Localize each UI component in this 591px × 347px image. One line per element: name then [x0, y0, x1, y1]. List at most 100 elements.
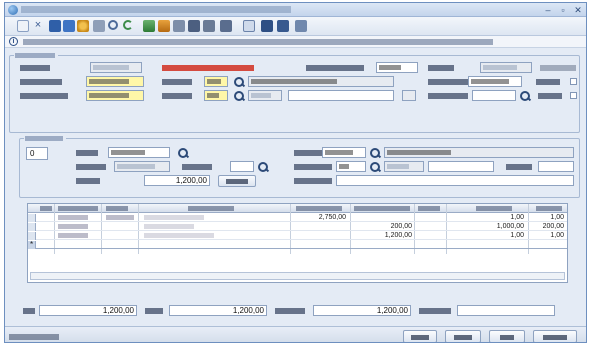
group-caption	[15, 53, 55, 58]
conto-reg-field[interactable]	[114, 161, 170, 172]
cli-for-field[interactable]	[322, 147, 366, 158]
doc-extra-field[interactable]	[428, 161, 494, 172]
doc-icon[interactable]	[220, 20, 232, 32]
movements-grid: 2,750,00 1,00 1,00 200,00 1,000,00 200,0…	[27, 203, 568, 283]
label-data-registrazione	[20, 79, 62, 85]
print-icon[interactable]	[93, 20, 105, 32]
button-3[interactable]	[489, 330, 525, 342]
info-bar: i	[5, 36, 586, 48]
col-cli-for	[106, 206, 128, 211]
toolbar: ×	[5, 17, 586, 36]
button-1[interactable]	[403, 330, 437, 342]
esercizio-field[interactable]	[90, 62, 142, 73]
detail-caption	[25, 136, 63, 141]
comp-iva-field[interactable]	[468, 76, 522, 87]
cell-descrizione	[144, 215, 204, 220]
note-search-icon[interactable]	[258, 162, 268, 172]
validita-checkbox[interactable]	[570, 92, 577, 99]
saldo-conto-field	[457, 305, 555, 316]
label-importo	[76, 178, 100, 184]
prot-suffix-field[interactable]	[288, 90, 394, 101]
importo-field[interactable]: 1,200,00	[144, 175, 210, 186]
doc-icon[interactable]	[203, 20, 215, 32]
cell-codice	[58, 224, 88, 229]
conto-search-icon[interactable]	[178, 148, 188, 158]
label-numero-doc	[294, 164, 332, 170]
num-prot-field[interactable]	[204, 90, 228, 101]
button-4[interactable]	[533, 330, 577, 342]
print-preview-icon[interactable]	[173, 20, 185, 32]
doc-aux-field[interactable]	[384, 161, 424, 172]
numero-doc-field[interactable]	[336, 161, 366, 172]
grid-horizontal-scrollbar[interactable]	[30, 272, 565, 280]
prot-extra-field[interactable]	[402, 90, 416, 101]
doc-icon[interactable]	[277, 20, 289, 32]
users-icon[interactable]	[158, 20, 170, 32]
label-cli-for	[294, 150, 322, 156]
settings-icon[interactable]	[77, 20, 89, 32]
reg-corr-checkbox[interactable]	[570, 78, 577, 85]
num-rev-field[interactable]	[472, 90, 516, 101]
elabora-button[interactable]	[218, 175, 256, 187]
col-imponibile	[476, 206, 512, 211]
detail-selector[interactable]: 0	[26, 147, 48, 160]
cut-icon[interactable]	[17, 20, 29, 32]
articolo-field[interactable]	[480, 62, 532, 73]
cell-imponibile: 1,000,00	[496, 223, 524, 230]
minimize-button[interactable]: –	[541, 5, 555, 15]
label-conto-reg	[76, 164, 106, 170]
table-row[interactable]: 2,750,00 1,00 1,00	[28, 214, 567, 222]
label-causale	[162, 79, 192, 85]
detail-group: 0 1,200,00	[19, 136, 580, 198]
cell-codice	[58, 215, 88, 220]
maximize-button[interactable]: ▫	[556, 5, 570, 15]
label-articolo	[428, 65, 454, 71]
conto-field[interactable]	[108, 147, 170, 158]
row-marker	[28, 223, 36, 231]
doc-search-icon[interactable]	[370, 162, 380, 172]
prot-number-field[interactable]	[248, 90, 282, 101]
nota-breve-field[interactable]	[336, 175, 574, 186]
save-icon[interactable]	[49, 20, 61, 32]
user-icon[interactable]	[143, 20, 155, 32]
button-2[interactable]	[445, 330, 481, 342]
blc-dig-field[interactable]	[538, 161, 574, 172]
calc-icon[interactable]	[188, 20, 200, 32]
label-cod-operatore	[306, 65, 364, 71]
note-varie-field[interactable]	[230, 161, 254, 172]
causale-search-icon[interactable]	[234, 77, 244, 87]
col-codice-conto	[58, 206, 98, 211]
cell-avere: 200,00	[390, 223, 412, 230]
label-blc-dig	[506, 164, 532, 170]
label-disabled	[540, 65, 576, 71]
label-comp-iva	[428, 79, 468, 85]
operatore-field[interactable]	[376, 62, 418, 73]
prot-search-icon[interactable]	[234, 91, 244, 101]
refresh-icon[interactable]	[123, 20, 133, 30]
table-row-new[interactable]: *	[28, 241, 567, 249]
table-row[interactable]: 200,00 1,000,00 200,00	[28, 223, 567, 231]
close-icon[interactable]: ×	[32, 20, 44, 32]
grid-icon[interactable]	[261, 20, 273, 32]
table-row[interactable]: 1,200,00 1,00 1,00	[28, 232, 567, 240]
causale-field[interactable]	[204, 76, 228, 87]
label-nota-breve	[294, 178, 332, 184]
close-window-button[interactable]: ✕	[571, 5, 585, 15]
data-registrazione-field[interactable]	[86, 76, 144, 87]
status-bar	[5, 326, 586, 342]
rev-search-icon[interactable]	[520, 91, 530, 101]
label-saldo-conto	[419, 308, 451, 314]
search-icon[interactable]	[108, 20, 118, 30]
doc-icon[interactable]	[295, 20, 307, 32]
label-avere	[145, 308, 163, 314]
totals-bar: 1,200,00 1,200,00 1,200,00	[23, 303, 578, 317]
data-protocollo-field[interactable]	[86, 90, 144, 101]
total-totale-field: 1,200,00	[313, 305, 411, 316]
label-data-protocollo	[20, 93, 68, 99]
grid-icon[interactable]	[243, 20, 255, 32]
cell-descrizione	[144, 224, 194, 229]
cli-for-search-icon[interactable]	[370, 148, 380, 158]
save-as-icon[interactable]	[63, 20, 75, 32]
col-cod-iva	[418, 206, 440, 211]
col-tipo	[40, 206, 52, 211]
